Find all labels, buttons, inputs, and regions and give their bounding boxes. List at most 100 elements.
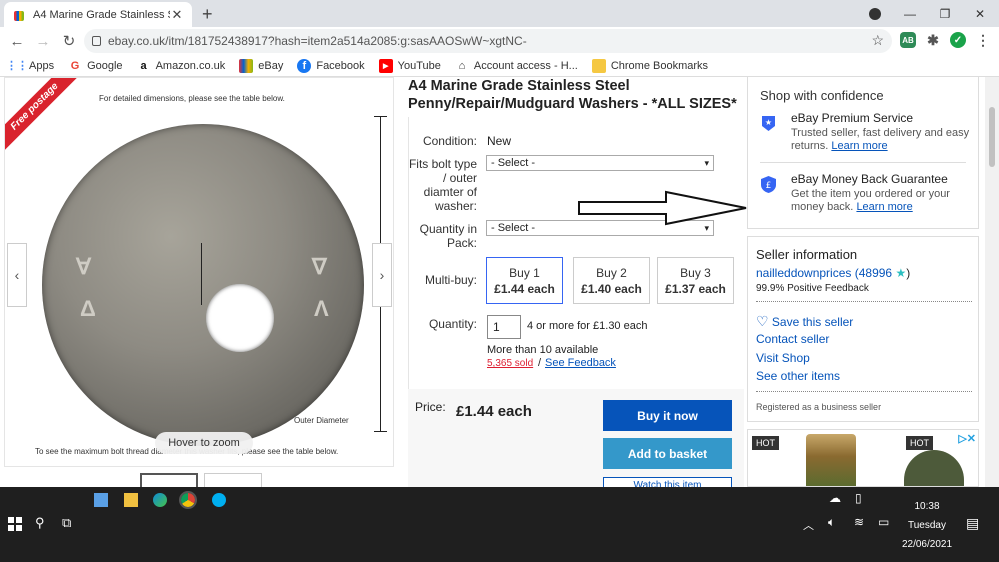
close-tab-icon[interactable]: ✕ <box>170 7 184 23</box>
multibuy-option-2[interactable]: Buy 2 £1.40 each <box>573 257 650 304</box>
file-explorer-icon[interactable] <box>124 493 138 507</box>
tab-bar: A4 Marine Grade Stainless Steel P ✕ + — … <box>0 0 999 27</box>
multibuy-option-1[interactable]: Buy 1 £1.44 each <box>486 257 563 304</box>
minimize-icon[interactable]: — <box>893 0 927 27</box>
sold-count-link[interactable]: 5,365 sold <box>487 358 533 369</box>
multibuy-label: Multi-buy: <box>424 273 477 287</box>
wifi-icon[interactable]: ≋ <box>854 515 864 529</box>
shop-with-confidence-panel: Shop with confidence ★ eBay Premium Serv… <box>747 77 979 229</box>
bookmark-label: YouTube <box>397 59 441 72</box>
multibuy-price: £1.44 each <box>494 282 555 296</box>
heart-icon: ♡ <box>756 313 769 329</box>
clock-day[interactable]: Tuesday <box>892 520 962 531</box>
notifications-icon[interactable]: ▤ <box>966 515 979 532</box>
task-view-icon[interactable]: ⧉ <box>62 515 71 531</box>
bookmarks-bar: ⋮⋮ Apps G Google a Amazon.co.uk eBay f Faceb… <box>0 55 999 77</box>
address-bar: ← → ↻ ebay.co.uk/itm/181752438917?hash=i… <box>0 27 999 55</box>
next-image-button[interactable]: › <box>372 243 392 307</box>
bookmark-label: Facebook <box>316 59 365 72</box>
positive-feedback: 99.9% Positive Feedback <box>756 283 869 294</box>
chrome-icon[interactable] <box>179 491 197 509</box>
confidence-divider <box>760 162 966 163</box>
premium-learn-more-link[interactable]: Learn more <box>831 140 887 152</box>
prev-image-button[interactable]: ‹ <box>7 243 27 307</box>
new-tab-icon[interactable]: + <box>202 4 213 25</box>
multibuy-qty: Buy 3 <box>680 266 711 280</box>
premium-badge-icon: ★ <box>762 116 775 131</box>
visit-shop-link[interactable]: Visit Shop <box>756 351 810 365</box>
close-window-icon[interactable]: ✕ <box>963 0 997 27</box>
scrollbar-thumb[interactable] <box>989 107 995 167</box>
back-icon[interactable]: ← <box>4 33 30 50</box>
shield-extension-icon[interactable]: ✓ <box>950 32 966 48</box>
bookmark-folder-chrome[interactable]: Chrome Bookmarks <box>591 58 708 73</box>
edge-icon[interactable] <box>153 493 167 507</box>
see-other-items-link[interactable]: See other items <box>756 369 840 383</box>
windows-start-icon[interactable] <box>8 517 22 531</box>
seller-information-panel: Seller information nailleddownprices (48… <box>747 236 979 422</box>
phone-link-icon[interactable]: ▯ <box>855 491 862 505</box>
adblock-extension-icon[interactable]: AB <box>900 32 916 48</box>
thumbnail-1[interactable] <box>140 473 198 487</box>
dimension-cap-top <box>374 116 387 117</box>
reload-icon[interactable]: ↻ <box>56 32 82 50</box>
extensions-puzzle-icon[interactable]: ✱ <box>925 32 941 48</box>
keyboard-icon[interactable]: ▭ <box>878 515 889 529</box>
fits-bolt-select[interactable]: - Select - <box>486 155 714 171</box>
taskbar-app-icon[interactable] <box>94 493 108 507</box>
save-seller-link[interactable]: ♡ Save this seller <box>756 313 853 330</box>
bookmark-ebay[interactable]: eBay <box>239 58 283 73</box>
page-scrollbar[interactable] <box>985 77 999 487</box>
clock-time[interactable]: 10:38 <box>892 501 962 512</box>
registered-business-note: Registered as a business seller <box>756 402 882 412</box>
watch-item-button[interactable]: Watch this item <box>603 477 732 487</box>
show-hidden-icons-icon[interactable]: ︿ <box>803 517 814 533</box>
advertisement[interactable]: HOT HOT ▷✕ <box>747 429 979 487</box>
volume-icon[interactable]: 🔈︎ <box>828 515 835 530</box>
quantity-input[interactable]: 1 <box>487 315 521 339</box>
menu-kebab-icon[interactable]: ⋮ <box>975 32 991 48</box>
ad-product-image-cartridge <box>806 434 856 486</box>
availability-text: More than 10 available <box>487 344 599 356</box>
omnibox[interactable]: ebay.co.uk/itm/181752438917?hash=item2a5… <box>84 29 892 53</box>
outer-diameter-label: Outer Diameter <box>294 416 349 425</box>
clock-date[interactable]: 22/06/2021 <box>892 539 962 550</box>
fits-bolt-label: Fits bolt type / outer diamter of washer… <box>408 157 477 213</box>
skype-icon[interactable] <box>212 493 226 507</box>
bookmark-amazon[interactable]: a Amazon.co.uk <box>137 59 226 73</box>
add-to-basket-button[interactable]: Add to basket <box>603 438 732 469</box>
bookmark-facebook[interactable]: f Facebook <box>297 58 365 73</box>
quantity-label: Quantity: <box>428 317 477 331</box>
dimension-cap-bottom <box>374 431 387 432</box>
adchoices-icon[interactable]: ▷✕ <box>958 432 976 445</box>
see-feedback-link[interactable]: See Feedback <box>545 357 616 369</box>
profile-dropdown-icon[interactable] <box>869 8 881 20</box>
seller-score-link[interactable]: (48996 <box>855 266 892 280</box>
tab-ebay-listing[interactable]: A4 Marine Grade Stainless Steel P ✕ <box>4 2 192 27</box>
bookmark-account-access[interactable]: ⌂ Account access - H... <box>455 59 578 73</box>
bookmark-apps[interactable]: ⋮⋮ Apps <box>6 59 54 73</box>
bookmark-star-icon[interactable]: ☆ <box>871 32 884 49</box>
restore-icon[interactable]: ❐ <box>928 0 962 27</box>
stamp-mark-right-2: Λ <box>314 296 329 321</box>
multibuy-option-3[interactable]: Buy 3 £1.37 each <box>657 257 734 304</box>
bank-icon: ⌂ <box>458 59 466 72</box>
ebay-bag-icon <box>239 58 254 73</box>
bookmark-label: Google <box>87 59 123 72</box>
chevron-left-icon: ‹ <box>14 267 20 283</box>
contact-seller-link[interactable]: Contact seller <box>756 332 829 346</box>
product-title: A4 Marine Grade Stainless Steel Penny/Re… <box>408 78 737 112</box>
bookmark-google[interactable]: G Google <box>68 59 123 73</box>
product-image-gallery[interactable]: Free postage For detailed dimensions, pl… <box>4 77 394 467</box>
thumbnail-2[interactable] <box>204 473 262 487</box>
seller-name-link[interactable]: nailleddownprices <box>756 266 851 280</box>
forward-icon[interactable]: → <box>30 33 56 50</box>
weather-cloud-icon[interactable]: ☁ <box>829 491 841 505</box>
bookmark-youtube[interactable]: ▶ YouTube <box>378 58 441 73</box>
buy-it-now-button[interactable]: Buy it now <box>603 400 732 431</box>
washer-image: ∀ Δ ∇ Λ <box>42 124 364 446</box>
search-icon[interactable]: ⚲ <box>35 515 45 531</box>
money-back-learn-more-link[interactable]: Learn more <box>856 201 912 213</box>
bulk-offer-text: 4 or more for £1.30 each <box>527 320 648 332</box>
svg-text:£: £ <box>766 181 772 191</box>
